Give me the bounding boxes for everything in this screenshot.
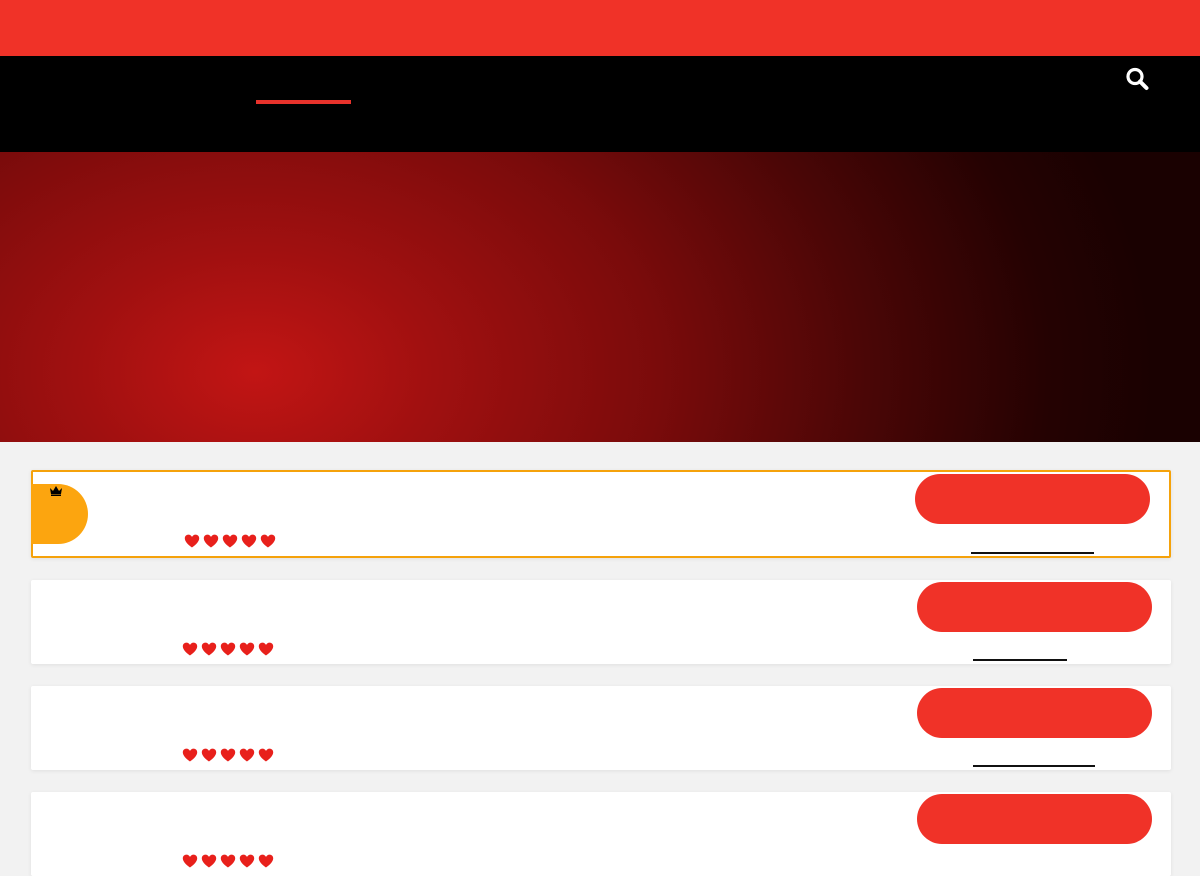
listing-card	[31, 580, 1171, 664]
heart-icon	[220, 642, 236, 656]
heart-icon	[239, 748, 255, 762]
heart-icon	[182, 854, 198, 868]
heart-icon	[222, 534, 238, 548]
rating-hearts	[182, 748, 274, 762]
review-link[interactable]	[973, 765, 1095, 767]
heart-icon	[203, 534, 219, 548]
visit-site-button[interactable]	[915, 474, 1150, 524]
review-link[interactable]	[971, 552, 1094, 554]
visit-site-button[interactable]	[917, 582, 1152, 632]
heart-icon	[241, 534, 257, 548]
heart-icon	[220, 854, 236, 868]
search-icon	[1126, 67, 1149, 90]
heart-icon	[239, 642, 255, 656]
heart-icon	[184, 534, 200, 548]
heart-icon	[182, 642, 198, 656]
listing-card	[31, 686, 1171, 770]
visit-site-button[interactable]	[917, 794, 1152, 844]
top-pick-badge	[31, 484, 88, 544]
heart-icon	[201, 854, 217, 868]
rating-hearts	[182, 642, 274, 656]
visit-site-button[interactable]	[917, 688, 1152, 738]
search-button[interactable]	[1122, 64, 1152, 94]
rating-hearts	[184, 534, 276, 548]
heart-icon	[201, 642, 217, 656]
heart-icon	[258, 854, 274, 868]
heart-icon	[220, 748, 236, 762]
nav-active-indicator	[256, 100, 351, 104]
main-nav	[0, 56, 1200, 152]
listing-card	[31, 792, 1171, 876]
hero-banner	[0, 152, 1200, 442]
rating-hearts	[182, 854, 274, 868]
heart-icon	[260, 534, 276, 548]
review-link[interactable]	[973, 659, 1067, 661]
heart-icon	[239, 854, 255, 868]
crown-icon	[50, 486, 62, 496]
heart-icon	[201, 748, 217, 762]
heart-icon	[182, 748, 198, 762]
listing-card-featured	[31, 470, 1171, 558]
heart-icon	[258, 748, 274, 762]
top-bar	[0, 0, 1200, 56]
heart-icon	[258, 642, 274, 656]
